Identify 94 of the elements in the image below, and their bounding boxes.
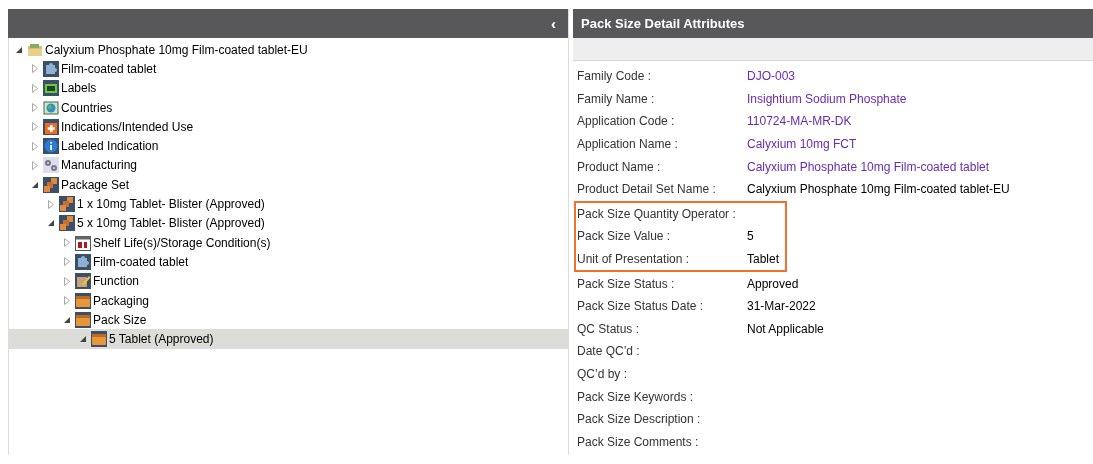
panel-title: Pack Size Detail Attributes [581, 16, 745, 31]
collapse-button[interactable]: ‹ [547, 15, 560, 32]
attribute-label: Pack Size Status Date : [577, 299, 705, 314]
labels-icon [43, 80, 59, 97]
attribute-label: Product Detail Set Name : [577, 182, 717, 197]
tree-item-label[interactable]: 5 x 10mg Tablet- Blister (Approved) [77, 216, 265, 231]
tree-item-label[interactable]: 1 x 10mg Tablet- Blister (Approved) [77, 197, 265, 211]
collapsed-arrow-icon[interactable] [64, 296, 70, 305]
expanded-arrow-icon[interactable] [32, 181, 38, 188]
tree-item-label[interactable]: Package Set [61, 177, 130, 192]
tree-item-label[interactable]: Calyxium Phosphate 10mg Film-coated tablet-EU [45, 42, 308, 57]
attribute-label: Application Code : [577, 114, 676, 129]
box-icon [75, 292, 91, 309]
collapsed-arrow-icon[interactable] [32, 64, 38, 74]
attribute-label: Family Code : [577, 69, 653, 84]
globe-icon [43, 99, 59, 116]
tree-item-label[interactable]: Labeled Indication [61, 139, 159, 154]
boxes-icon [59, 196, 75, 212]
attribute-label: Pack Size Value : [577, 229, 672, 244]
attribute-link[interactable]: Calyxium Phosphate 10mg Film-coated tablet [747, 159, 990, 174]
box-icon [75, 311, 91, 328]
collapsed-arrow-icon[interactable] [64, 276, 70, 286]
tree-item-label[interactable]: Indications/Intended Use [61, 119, 194, 134]
tree-row[interactable]: Countries [9, 97, 568, 118]
attribute-value: 5 [747, 229, 754, 244]
medical-icon [43, 118, 59, 135]
tree-row[interactable]: Package Set [9, 175, 568, 195]
tree-row[interactable]: 1 x 10mg Tablet- Blister (Approved) [9, 194, 568, 214]
tree-row[interactable]: 5 x 10mg Tablet- Blister (Approved) [9, 213, 568, 233]
attribute-label: Pack Size Description : [577, 412, 702, 427]
attribute-label: QC Status : [577, 321, 641, 336]
attribute-value: Calyxium Phosphate 10mg Film-coated tablet-EU [747, 182, 1010, 197]
folder-icon [27, 41, 43, 58]
tree-row[interactable]: Pack Size [9, 310, 568, 330]
collapsed-arrow-icon[interactable] [32, 141, 38, 151]
puzzle-icon [75, 253, 91, 270]
attribute-link[interactable]: Insightium Sodium Phosphate [747, 91, 907, 106]
tree-item-label[interactable]: Pack Size [93, 312, 147, 327]
attribute-label: Pack Size Keywords : [577, 389, 695, 404]
tree-row[interactable]: Function [9, 271, 568, 291]
collapsed-arrow-icon[interactable] [32, 160, 38, 170]
tree-row[interactable]: Indications/Intended Use [9, 117, 568, 137]
tree-row[interactable]: Manufacturing [9, 155, 568, 176]
edit-icon [75, 273, 91, 290]
collapsed-arrow-icon[interactable] [32, 103, 38, 113]
tree-item-label[interactable]: Film-coated tablet [93, 254, 189, 269]
tree-row[interactable]: Labels [9, 78, 568, 98]
puzzle-icon [43, 60, 59, 77]
attribute-label: Pack Size Comments : [577, 434, 700, 449]
collapsed-arrow-icon[interactable] [32, 122, 38, 132]
tree-item-label[interactable]: Film-coated tablet [61, 61, 157, 76]
tree-row[interactable]: Calyxium Phosphate 10mg Film-coated tablet-EU [9, 40, 568, 60]
attribute-label: Family Name : [577, 91, 656, 106]
expanded-arrow-icon[interactable] [64, 316, 70, 323]
calendar-icon [75, 234, 91, 251]
attribute-label: Product Name : [577, 159, 662, 174]
tree-row[interactable]: Labeled Indication [9, 136, 568, 156]
tree-row[interactable]: Film-coated tablet [9, 252, 568, 272]
attribute-link[interactable]: DJO-003 [747, 69, 796, 84]
collapsed-arrow-icon[interactable] [32, 83, 38, 93]
attribute-label: QC’d by : [577, 367, 628, 381]
attribute-label: Pack Size Status : [577, 276, 676, 291]
boxes-icon [43, 176, 59, 193]
attribute-link[interactable]: 110724-MA-MR-DK [747, 114, 852, 129]
collapsed-arrow-icon[interactable] [64, 238, 70, 248]
attribute-value: Approved [747, 276, 799, 291]
tree-item-label[interactable]: Labels [61, 81, 97, 96]
expanded-arrow-icon[interactable] [48, 220, 54, 227]
tree-row[interactable]: Packaging [9, 290, 568, 311]
attribute-link[interactable]: Calyxium 10mg FCT [747, 137, 857, 152]
box-icon [91, 331, 107, 348]
tree-item-label[interactable]: Function [93, 274, 140, 289]
tree-item-label[interactable]: Shelf Life(s)/Storage Condition(s) [93, 235, 271, 250]
attribute-label: Application Name : [577, 137, 679, 152]
tree-row[interactable]: 5 Tablet (Approved) [9, 329, 568, 349]
attribute-label: Pack Size Quantity Operator : [577, 206, 737, 221]
gears-icon [43, 157, 59, 174]
expanded-arrow-icon[interactable] [80, 336, 86, 343]
tree-row[interactable]: Shelf Life(s)/Storage Condition(s) [9, 232, 568, 253]
tree-item-label[interactable]: Countries [61, 100, 113, 115]
collapsed-arrow-icon[interactable] [48, 199, 54, 209]
boxes-icon [59, 215, 75, 232]
attribute-value: Not Applicable [747, 321, 824, 336]
attribute-label: Unit of Presentation : [577, 252, 691, 267]
attribute-value: Tablet [747, 252, 780, 267]
expanded-arrow-icon[interactable] [16, 46, 22, 53]
tree-item-label[interactable]: Manufacturing [61, 158, 138, 173]
tree-item-label[interactable]: 5 Tablet (Approved) [109, 332, 214, 347]
tree-row[interactable]: Film-coated tablet [9, 59, 568, 79]
tree-item-label[interactable]: Packaging [93, 293, 150, 308]
collapsed-arrow-icon[interactable] [64, 257, 70, 267]
attribute-value: 31-Mar-2022 [747, 299, 816, 314]
attribute-label: Date QC’d : [577, 344, 641, 359]
info-icon [43, 138, 59, 155]
